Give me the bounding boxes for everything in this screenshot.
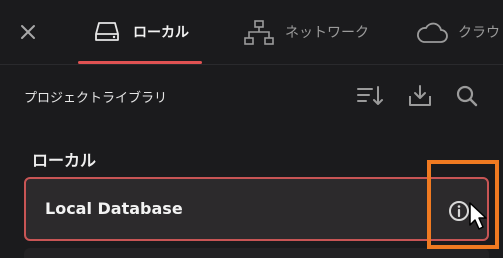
list-item xyxy=(24,248,489,258)
tab-bar: ローカル ネットワーク クラウ xyxy=(0,0,503,64)
cloud-icon xyxy=(416,22,448,48)
highlight-box xyxy=(427,160,499,249)
tab-network[interactable]: ネットワーク xyxy=(240,0,390,64)
database-item[interactable]: Local Database xyxy=(24,177,489,241)
sort-icon xyxy=(357,86,383,105)
mouse-cursor-icon xyxy=(469,202,487,230)
section-title-local: ローカル xyxy=(32,151,97,170)
database-name: Local Database xyxy=(45,199,183,218)
import-button[interactable] xyxy=(406,84,434,108)
tab-cloud[interactable]: クラウ xyxy=(412,0,503,64)
toolbar: プロジェクトライブラリ xyxy=(0,65,503,127)
sort-button[interactable] xyxy=(356,84,384,108)
tab-local[interactable]: ローカル xyxy=(78,0,204,64)
tab-network-label: ネットワーク xyxy=(285,25,369,41)
tab-cloud-label: クラウ xyxy=(458,25,500,41)
close-button[interactable] xyxy=(16,20,40,44)
import-icon xyxy=(409,85,431,106)
tab-local-label: ローカル xyxy=(133,25,189,41)
drive-icon xyxy=(94,20,120,48)
network-icon xyxy=(244,20,274,50)
project-library-title: プロジェクトライブラリ xyxy=(24,91,168,106)
close-icon xyxy=(21,25,35,39)
search-button[interactable] xyxy=(454,84,482,108)
search-icon xyxy=(456,85,478,107)
